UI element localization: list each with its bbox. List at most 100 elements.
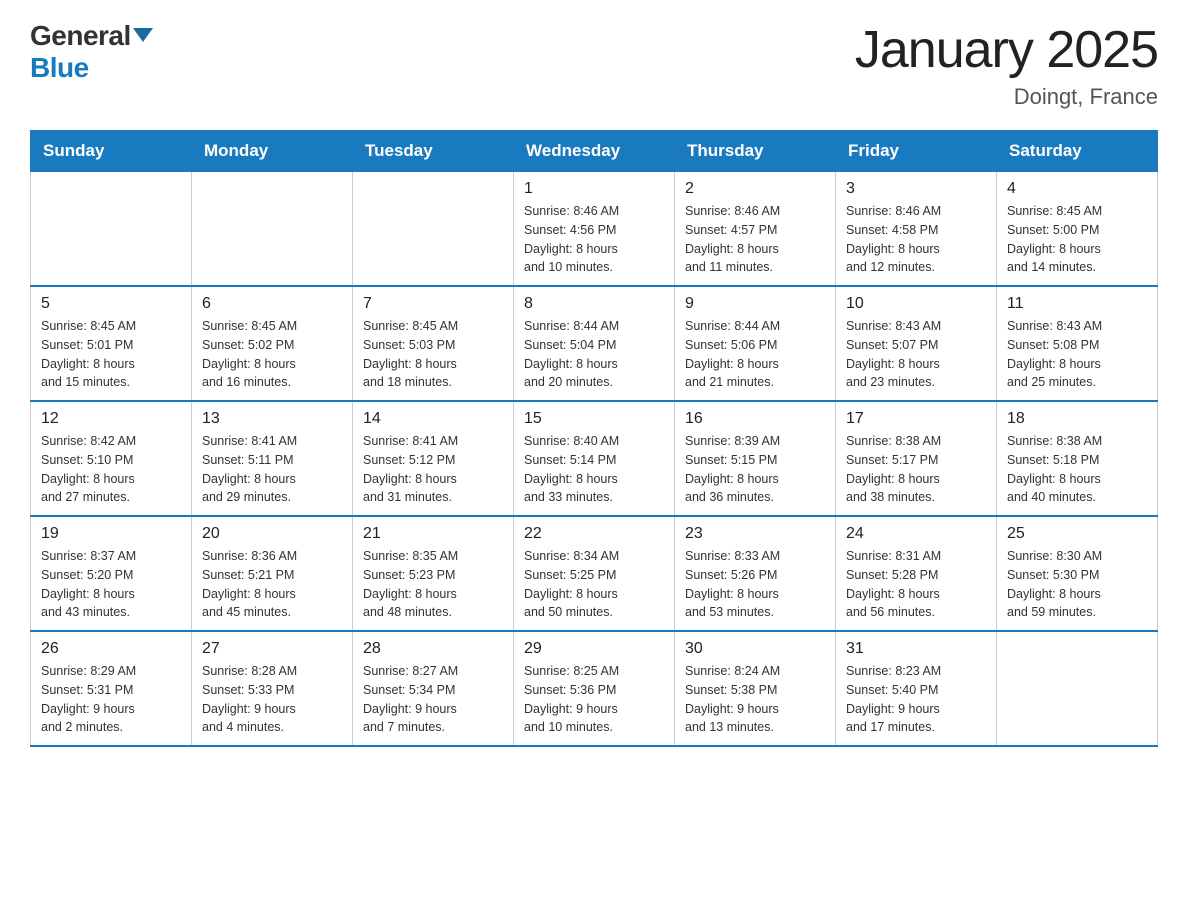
day-info: Sunrise: 8:44 AMSunset: 5:06 PMDaylight:… bbox=[685, 317, 825, 392]
calendar-week-row: 1 Sunrise: 8:46 AMSunset: 4:56 PMDaylight… bbox=[31, 172, 1158, 287]
day-number: 11 bbox=[1007, 295, 1147, 313]
day-info: Sunrise: 8:45 AMSunset: 5:00 PMDaylight:… bbox=[1007, 202, 1147, 277]
day-number: 27 bbox=[202, 640, 342, 658]
header-tuesday: Tuesday bbox=[353, 131, 514, 172]
calendar-cell: 2 Sunrise: 8:46 AMSunset: 4:57 PMDaylight… bbox=[675, 172, 836, 287]
header-friday: Friday bbox=[836, 131, 997, 172]
calendar-cell: 15 Sunrise: 8:40 AMSunset: 5:14 PMDayligh… bbox=[514, 401, 675, 516]
calendar-cell: 27Sunrise: 8:28 AMSunset: 5:33 PMDayligh… bbox=[192, 631, 353, 746]
day-number: 30 bbox=[685, 640, 825, 658]
calendar-cell: 13 Sunrise: 8:41 AMSunset: 5:11 PMDayligh… bbox=[192, 401, 353, 516]
calendar-cell: 23 Sunrise: 8:33 AMSunset: 5:26 PMDayligh… bbox=[675, 516, 836, 631]
logo-general: General bbox=[30, 20, 153, 52]
day-info: Sunrise: 8:23 AMSunset: 5:40 PMDaylight:… bbox=[846, 662, 986, 737]
day-info: Sunrise: 8:36 AMSunset: 5:21 PMDaylight:… bbox=[202, 547, 342, 622]
calendar-cell: 24 Sunrise: 8:31 AMSunset: 5:28 PMDayligh… bbox=[836, 516, 997, 631]
day-number: 13 bbox=[202, 410, 342, 428]
day-info: Sunrise: 8:42 AMSunset: 5:10 PMDaylight:… bbox=[41, 432, 181, 507]
day-info: Sunrise: 8:41 AMSunset: 5:11 PMDaylight:… bbox=[202, 432, 342, 507]
calendar-cell: 19 Sunrise: 8:37 AMSunset: 5:20 PMDayligh… bbox=[31, 516, 192, 631]
day-info: Sunrise: 8:39 AMSunset: 5:15 PMDaylight:… bbox=[685, 432, 825, 507]
calendar-cell: 12 Sunrise: 8:42 AMSunset: 5:10 PMDayligh… bbox=[31, 401, 192, 516]
day-info: Sunrise: 8:33 AMSunset: 5:26 PMDaylight:… bbox=[685, 547, 825, 622]
calendar-cell: 10 Sunrise: 8:43 AMSunset: 5:07 PMDayligh… bbox=[836, 286, 997, 401]
calendar-cell: 20Sunrise: 8:36 AMSunset: 5:21 PMDayligh… bbox=[192, 516, 353, 631]
day-info: Sunrise: 8:31 AMSunset: 5:28 PMDaylight:… bbox=[846, 547, 986, 622]
day-number: 4 bbox=[1007, 180, 1147, 198]
day-number: 15 bbox=[524, 410, 664, 428]
calendar-week-row: 12 Sunrise: 8:42 AMSunset: 5:10 PMDayligh… bbox=[31, 401, 1158, 516]
header-monday: Monday bbox=[192, 131, 353, 172]
day-number: 16 bbox=[685, 410, 825, 428]
calendar-cell: 28Sunrise: 8:27 AMSunset: 5:34 PMDayligh… bbox=[353, 631, 514, 746]
day-number: 6 bbox=[202, 295, 342, 313]
calendar-cell bbox=[353, 172, 514, 287]
calendar-cell: 9 Sunrise: 8:44 AMSunset: 5:06 PMDaylight… bbox=[675, 286, 836, 401]
day-info: Sunrise: 8:27 AMSunset: 5:34 PMDaylight:… bbox=[363, 662, 503, 737]
day-number: 29 bbox=[524, 640, 664, 658]
day-number: 23 bbox=[685, 525, 825, 543]
day-number: 21 bbox=[363, 525, 503, 543]
day-number: 1 bbox=[524, 180, 664, 198]
day-info: Sunrise: 8:45 AMSunset: 5:02 PMDaylight:… bbox=[202, 317, 342, 392]
calendar-cell: 17 Sunrise: 8:38 AMSunset: 5:17 PMDayligh… bbox=[836, 401, 997, 516]
day-number: 17 bbox=[846, 410, 986, 428]
calendar-cell: 14 Sunrise: 8:41 AMSunset: 5:12 PMDayligh… bbox=[353, 401, 514, 516]
page-header: General Blue January 2025 Doingt, France bbox=[30, 20, 1158, 110]
day-number: 18 bbox=[1007, 410, 1147, 428]
day-number: 10 bbox=[846, 295, 986, 313]
days-header-row: Sunday Monday Tuesday Wednesday Thursday… bbox=[31, 131, 1158, 172]
day-info: Sunrise: 8:44 AMSunset: 5:04 PMDaylight:… bbox=[524, 317, 664, 392]
day-info: Sunrise: 8:45 AMSunset: 5:01 PMDaylight:… bbox=[41, 317, 181, 392]
day-info: Sunrise: 8:43 AMSunset: 5:08 PMDaylight:… bbox=[1007, 317, 1147, 392]
day-number: 3 bbox=[846, 180, 986, 198]
logo-arrow-icon bbox=[133, 28, 153, 42]
calendar-cell bbox=[997, 631, 1158, 746]
day-number: 8 bbox=[524, 295, 664, 313]
day-number: 31 bbox=[846, 640, 986, 658]
calendar-cell: 1 Sunrise: 8:46 AMSunset: 4:56 PMDaylight… bbox=[514, 172, 675, 287]
calendar-cell bbox=[192, 172, 353, 287]
header-saturday: Saturday bbox=[997, 131, 1158, 172]
day-info: Sunrise: 8:35 AMSunset: 5:23 PMDaylight:… bbox=[363, 547, 503, 622]
header-wednesday: Wednesday bbox=[514, 131, 675, 172]
day-number: 9 bbox=[685, 295, 825, 313]
calendar-cell: 21 Sunrise: 8:35 AMSunset: 5:23 PMDayligh… bbox=[353, 516, 514, 631]
day-number: 19 bbox=[41, 525, 181, 543]
day-info: Sunrise: 8:30 AMSunset: 5:30 PMDaylight:… bbox=[1007, 547, 1147, 622]
calendar-cell: 6 Sunrise: 8:45 AMSunset: 5:02 PMDaylight… bbox=[192, 286, 353, 401]
calendar-cell: 18Sunrise: 8:38 AMSunset: 5:18 PMDayligh… bbox=[997, 401, 1158, 516]
day-info: Sunrise: 8:29 AMSunset: 5:31 PMDaylight:… bbox=[41, 662, 181, 737]
calendar-cell: 30Sunrise: 8:24 AMSunset: 5:38 PMDayligh… bbox=[675, 631, 836, 746]
day-info: Sunrise: 8:41 AMSunset: 5:12 PMDaylight:… bbox=[363, 432, 503, 507]
calendar-cell: 25 Sunrise: 8:30 AMSunset: 5:30 PMDayligh… bbox=[997, 516, 1158, 631]
day-info: Sunrise: 8:43 AMSunset: 5:07 PMDaylight:… bbox=[846, 317, 986, 392]
day-info: Sunrise: 8:46 AMSunset: 4:57 PMDaylight:… bbox=[685, 202, 825, 277]
day-info: Sunrise: 8:25 AMSunset: 5:36 PMDaylight:… bbox=[524, 662, 664, 737]
day-number: 26 bbox=[41, 640, 181, 658]
day-number: 24 bbox=[846, 525, 986, 543]
calendar-week-row: 5 Sunrise: 8:45 AMSunset: 5:01 PMDaylight… bbox=[31, 286, 1158, 401]
title-area: January 2025 Doingt, France bbox=[855, 20, 1158, 110]
calendar-cell: 29 Sunrise: 8:25 AMSunset: 5:36 PMDayligh… bbox=[514, 631, 675, 746]
calendar-cell bbox=[31, 172, 192, 287]
day-number: 5 bbox=[41, 295, 181, 313]
day-info: Sunrise: 8:38 AMSunset: 5:17 PMDaylight:… bbox=[846, 432, 986, 507]
calendar-cell: 8 Sunrise: 8:44 AMSunset: 5:04 PMDaylight… bbox=[514, 286, 675, 401]
day-number: 14 bbox=[363, 410, 503, 428]
calendar-week-row: 19 Sunrise: 8:37 AMSunset: 5:20 PMDayligh… bbox=[31, 516, 1158, 631]
day-info: Sunrise: 8:40 AMSunset: 5:14 PMDaylight:… bbox=[524, 432, 664, 507]
calendar-cell: 26 Sunrise: 8:29 AMSunset: 5:31 PMDayligh… bbox=[31, 631, 192, 746]
calendar-cell: 3Sunrise: 8:46 AMSunset: 4:58 PMDaylight… bbox=[836, 172, 997, 287]
calendar-cell: 5 Sunrise: 8:45 AMSunset: 5:01 PMDaylight… bbox=[31, 286, 192, 401]
day-info: Sunrise: 8:34 AMSunset: 5:25 PMDaylight:… bbox=[524, 547, 664, 622]
day-number: 25 bbox=[1007, 525, 1147, 543]
day-info: Sunrise: 8:37 AMSunset: 5:20 PMDaylight:… bbox=[41, 547, 181, 622]
day-number: 2 bbox=[685, 180, 825, 198]
day-number: 7 bbox=[363, 295, 503, 313]
calendar-table: Sunday Monday Tuesday Wednesday Thursday… bbox=[30, 130, 1158, 747]
day-number: 22 bbox=[524, 525, 664, 543]
day-number: 12 bbox=[41, 410, 181, 428]
calendar-week-row: 26 Sunrise: 8:29 AMSunset: 5:31 PMDayligh… bbox=[31, 631, 1158, 746]
day-info: Sunrise: 8:46 AMSunset: 4:56 PMDaylight:… bbox=[524, 202, 664, 277]
